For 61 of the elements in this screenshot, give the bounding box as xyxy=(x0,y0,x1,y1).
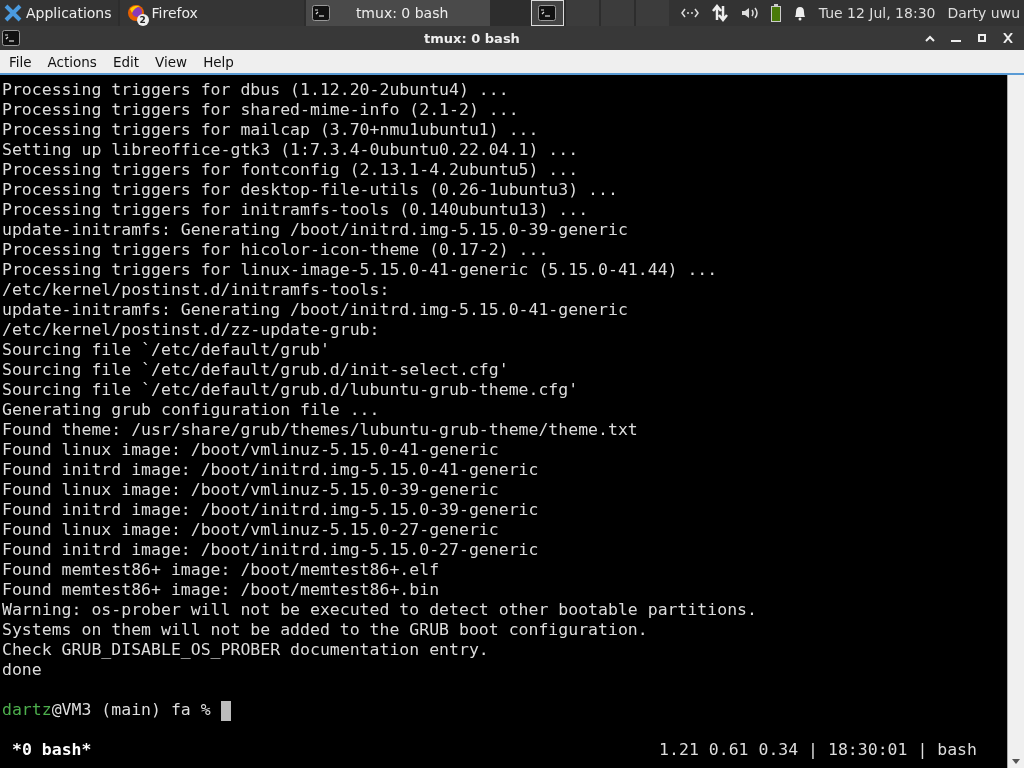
terminal-line: Found initrd image: /boot/initrd.img-5.15.0-27-generic xyxy=(2,540,540,560)
taskbar-button[interactable]: tmux: 0 bash xyxy=(305,0,491,26)
terminal-line: Warning: os-prober will not be executed to detect other bootable partitions. xyxy=(2,600,758,620)
clock[interactable]: Tue 12 Jul, 18:30 xyxy=(818,5,936,21)
terminal-line: Generating grub configuration file ... xyxy=(2,400,381,420)
terminal-line: Sourcing file `/etc/default/grub.d/init-select.cfg' xyxy=(2,360,510,380)
menu-item[interactable]: View xyxy=(146,53,195,70)
tmux-window-label: *0 bash* xyxy=(12,740,92,760)
terminal-line: Found memtest86+ image: /boot/memtest86+.elf xyxy=(2,560,441,580)
terminal-line: Found memtest86+ image: /boot/memtest86+.bin xyxy=(2,580,441,600)
x-logo-icon xyxy=(4,4,22,22)
terminal-line: update-initramfs: Generating /boot/initrd.img-5.15.0-41-generic xyxy=(2,300,629,320)
maximize-icon[interactable] xyxy=(976,33,988,43)
terminal-line: Found linux image: /boot/vmlinuz-5.15.0-27-generic xyxy=(2,520,500,540)
taskbar-button[interactable]: 2 Firefox xyxy=(119,0,304,26)
applications-menu[interactable]: Applications xyxy=(0,0,118,26)
prompt-text: @VM3 (main) fa % xyxy=(51,700,211,720)
volume-icon xyxy=(740,6,759,20)
terminal-icon xyxy=(538,5,557,21)
transfer-icon xyxy=(710,4,729,22)
terminal-line: /etc/kernel/postinst.d/zz-update-grub: xyxy=(2,320,381,340)
terminal-line: Processing triggers for dbus (1.12.20-2ubuntu4) ... xyxy=(2,80,510,100)
terminal-line: Processing triggers for shared-mime-info (2.1-2) ... xyxy=(2,100,520,120)
text-cursor xyxy=(220,701,231,721)
browser-icon xyxy=(125,3,146,23)
network-icon xyxy=(680,7,699,19)
menu-item[interactable]: Edit xyxy=(103,53,147,70)
terminal-line: Processing triggers for desktop-file-utils (0.26-1ubuntu3) ... xyxy=(2,180,619,200)
terminal-line: Sourcing file `/etc/default/grub.d/lubuntu-grub-theme.cfg' xyxy=(2,380,580,400)
chevron-up-icon[interactable] xyxy=(924,33,936,43)
terminal-line: Systems on them will not be added to the GRUB boot configuration. xyxy=(2,620,649,640)
terminal-icon xyxy=(311,5,330,21)
menu-item[interactable]: File xyxy=(0,53,39,70)
menu-item[interactable]: Actions xyxy=(38,53,104,70)
terminal-line: Found initrd image: /boot/initrd.img-5.15.0-39-generic xyxy=(2,500,540,520)
window-title: tmux: 0 bash xyxy=(423,30,521,46)
terminal-line: Processing triggers for initramfs-tools (0.140ubuntu13) ... xyxy=(2,200,590,220)
terminal-line: Found linux image: /boot/vmlinuz-5.15.0-41-generic xyxy=(2,440,500,460)
workspace-button[interactable] xyxy=(530,0,564,26)
terminal-line: Found linux image: /boot/vmlinuz-5.15.0-39-generic xyxy=(2,480,500,500)
battery-icon xyxy=(770,4,781,22)
terminal-line: /etc/kernel/postinst.d/initramfs-tools: xyxy=(2,280,391,300)
bell-icon xyxy=(792,5,807,21)
terminal-line: Processing triggers for linux-image-5.15.0-41-generic (5.15.0-41.44) ... xyxy=(2,260,719,280)
terminal-line: Check GRUB_DISABLE_OS_PROBER documentation entry. xyxy=(2,640,490,660)
tmux-status-info: 1.21 0.61 0.34 | 18:30:01 | bash xyxy=(659,740,977,760)
terminal-line: done xyxy=(2,660,43,680)
terminal-line: Processing triggers for hicolor-icon-theme (0.17-2) ... xyxy=(2,240,550,260)
terminal-line: Found initrd image: /boot/initrd.img-5.15.0-41-generic xyxy=(2,460,540,480)
user-name[interactable]: Darty uwu xyxy=(947,5,1020,21)
terminal-line: Processing triggers for mailcap (3.70+nmu1ubuntu1) ... xyxy=(2,120,540,140)
menu-item[interactable]: Help xyxy=(194,53,241,70)
terminal-line: update-initramfs: Generating /boot/initrd.img-5.15.0-39-generic xyxy=(2,220,629,240)
prompt-user: dartz xyxy=(2,700,52,720)
close-icon[interactable] xyxy=(1002,33,1014,43)
scrollbar[interactable] xyxy=(1007,75,1024,768)
terminal-line: Processing triggers for fontconfig (2.13.1-4.2ubuntu5) ... xyxy=(2,160,580,180)
terminal-icon xyxy=(2,30,20,46)
terminal-line: Setting up libreoffice-gtk3 (1:7.3.4-0ubuntu0.22.04.1) ... xyxy=(2,140,580,160)
terminal-line: Sourcing file `/etc/default/grub' xyxy=(2,340,331,360)
terminal-line: Found theme: /usr/share/grub/themes/lubuntu-grub-theme/theme.txt xyxy=(2,420,639,440)
